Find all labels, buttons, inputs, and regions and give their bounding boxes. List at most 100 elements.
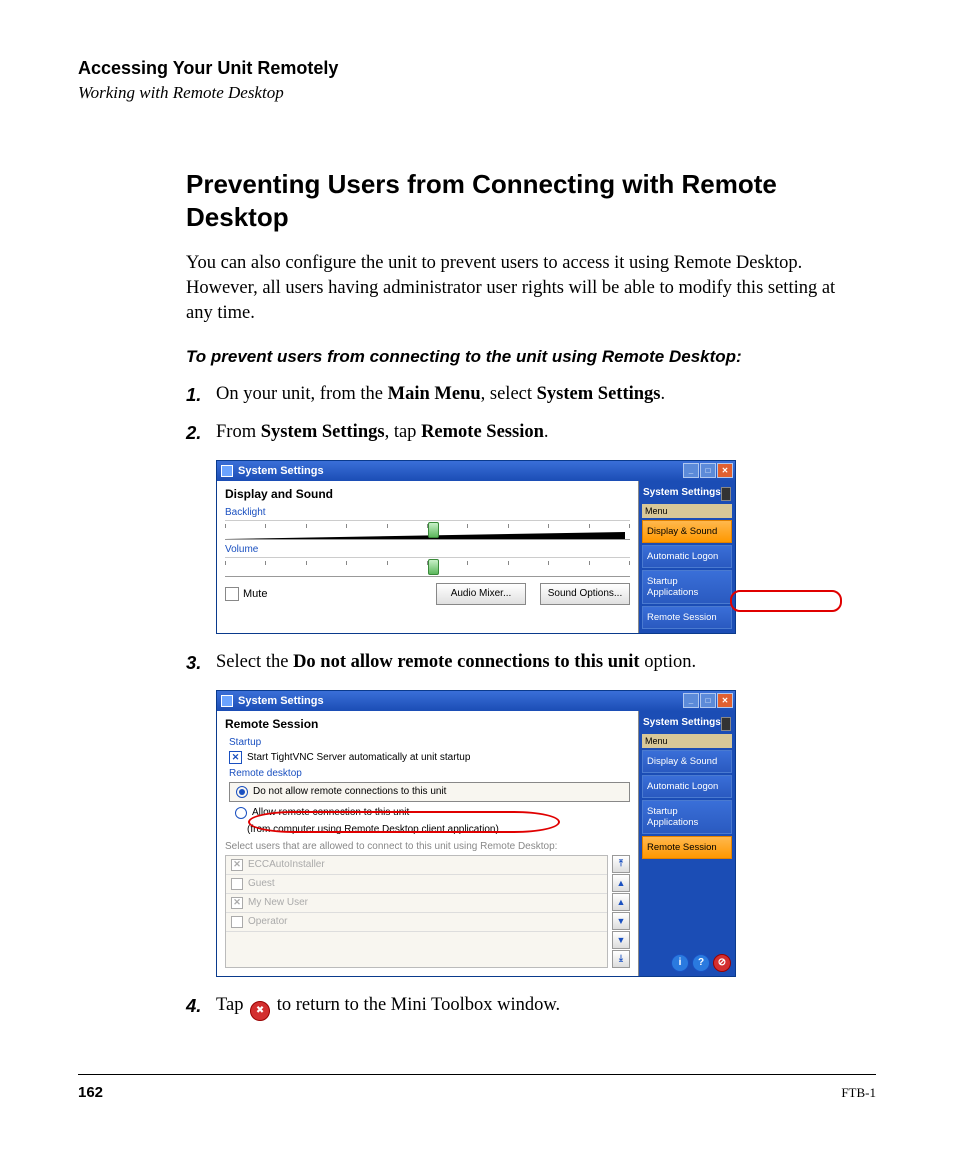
- step-2-number: 2.: [186, 420, 216, 446]
- move-down2-button[interactable]: ▼: [612, 931, 630, 949]
- sidebar-item-remote-session[interactable]: Remote Session: [642, 606, 732, 629]
- step-1-text-a: On your unit, from the: [216, 384, 388, 404]
- backlight-slider[interactable]: [225, 520, 630, 540]
- highlight-remote-session: [730, 590, 842, 612]
- step-4-text-b: to return to the Mini Toolbox window.: [277, 995, 560, 1015]
- step-1-text-c: , select: [481, 384, 537, 404]
- step-3-text-b: Do not allow remote connections to this …: [293, 652, 640, 672]
- radio-allow-hint: (from computer using Remote Desktop clie…: [247, 824, 630, 835]
- section-title: Preventing Users from Connecting with Re…: [186, 168, 842, 233]
- step-4-number: 4.: [186, 993, 216, 1021]
- user-name: ECCAutoInstaller: [248, 859, 325, 870]
- panel-title: Remote Session: [225, 717, 630, 731]
- user-name: Operator: [248, 916, 287, 927]
- startup-checkbox[interactable]: ✕: [229, 751, 242, 764]
- startup-legend: Startup: [229, 737, 630, 748]
- maximize-button[interactable]: □: [700, 693, 716, 708]
- page-header-title: Accessing Your Unit Remotely: [78, 58, 338, 79]
- step-3: 3. Select the Do not allow remote connec…: [186, 650, 842, 676]
- sound-options-button[interactable]: Sound Options...: [540, 583, 630, 605]
- sidebar-item-display-sound[interactable]: Display & Sound: [642, 520, 732, 543]
- window-icon: [221, 465, 233, 477]
- radio-do-not-allow[interactable]: [236, 786, 248, 798]
- user-checkbox[interactable]: [231, 878, 243, 890]
- info-icon[interactable]: i: [671, 954, 689, 972]
- window-icon: [221, 695, 233, 707]
- step-3-number: 3.: [186, 650, 216, 676]
- panel-title: Display and Sound: [225, 487, 630, 501]
- mute-checkbox[interactable]: [225, 587, 239, 601]
- user-name: My New User: [248, 897, 308, 908]
- audio-mixer-button[interactable]: Audio Mixer...: [436, 583, 526, 605]
- footer-divider: [78, 1074, 876, 1075]
- sidebar-menu-label: Menu: [642, 504, 732, 518]
- move-up2-button[interactable]: ▲: [612, 893, 630, 911]
- mute-label: Mute: [243, 588, 267, 600]
- step-2-text-c: , tap: [385, 422, 421, 442]
- move-down-button[interactable]: ▼: [612, 912, 630, 930]
- step-1-text-d: System Settings: [537, 384, 661, 404]
- sidebar-item-display-sound[interactable]: Display & Sound: [642, 750, 732, 773]
- step-2: 2. From System Settings, tap Remote Sess…: [186, 420, 842, 446]
- user-checkbox[interactable]: ✕: [231, 897, 243, 909]
- battery-icon: [721, 717, 731, 731]
- window-title: System Settings: [238, 695, 324, 707]
- step-1-text-b: Main Menu: [388, 384, 481, 404]
- user-list-box: ✕ ECCAutoInstaller Guest ✕ My New User Ope…: [225, 855, 608, 968]
- users-note: Select users that are allowed to connect…: [225, 841, 630, 852]
- slider-thumb[interactable]: [428, 522, 439, 538]
- step-1: 1. On your unit, from the Main Menu, sel…: [186, 382, 842, 408]
- user-checkbox[interactable]: [231, 916, 243, 928]
- sidebar-title: System Settings: [642, 485, 732, 502]
- minimize-button[interactable]: _: [683, 463, 699, 478]
- instruction-heading: To prevent users from connecting to the …: [186, 346, 842, 368]
- slider-thumb[interactable]: [428, 559, 439, 575]
- remote-desktop-legend: Remote desktop: [229, 768, 630, 779]
- close-button[interactable]: ✕: [717, 463, 733, 478]
- page-header-subtitle: Working with Remote Desktop: [78, 83, 338, 103]
- user-checkbox[interactable]: ✕: [231, 859, 243, 871]
- page-number: 162: [78, 1084, 103, 1101]
- step-2-text-a: From: [216, 422, 261, 442]
- sidebar-menu-label: Menu: [642, 734, 732, 748]
- move-top-button[interactable]: ⤒: [612, 855, 630, 873]
- help-icon[interactable]: ?: [692, 954, 710, 972]
- window-titlebar[interactable]: System Settings _ □ ✕: [217, 691, 735, 711]
- minimize-button[interactable]: _: [683, 693, 699, 708]
- close-icon[interactable]: ⊘: [713, 954, 731, 972]
- volume-label: Volume: [225, 544, 630, 555]
- window-titlebar[interactable]: System Settings _ □ ✕: [217, 461, 735, 481]
- radio-allow-label: Allow remote connection to this unit: [252, 807, 409, 818]
- step-1-text-e: .: [661, 384, 666, 404]
- move-up-button[interactable]: ▲: [612, 874, 630, 892]
- screenshot-remote-session: System Settings _ □ ✕ Remote Session Sta…: [216, 690, 842, 977]
- sidebar-item-remote-session[interactable]: Remote Session: [642, 836, 732, 859]
- battery-icon: [721, 487, 731, 501]
- volume-slider[interactable]: [225, 557, 630, 577]
- screenshot-display-sound: System Settings _ □ ✕ Display and Sound …: [216, 460, 842, 634]
- sidebar-item-automatic-logon[interactable]: Automatic Logon: [642, 545, 732, 568]
- maximize-button[interactable]: □: [700, 463, 716, 478]
- radio-do-not-allow-label: Do not allow remote connections to this …: [253, 786, 446, 797]
- sidebar-item-startup-applications[interactable]: Startup Applications: [642, 800, 732, 834]
- sidebar-item-automatic-logon[interactable]: Automatic Logon: [642, 775, 732, 798]
- step-3-text-c: option.: [640, 652, 697, 672]
- intro-paragraph: You can also configure the unit to preve…: [186, 251, 842, 326]
- step-1-number: 1.: [186, 382, 216, 408]
- sidebar-item-startup-applications[interactable]: Startup Applications: [642, 570, 732, 604]
- move-bottom-button[interactable]: ⤓: [612, 950, 630, 968]
- close-button[interactable]: ✕: [717, 693, 733, 708]
- sidebar-title: System Settings: [642, 715, 732, 732]
- radio-allow[interactable]: [235, 807, 247, 819]
- step-2-text-d: Remote Session: [421, 422, 544, 442]
- backlight-label: Backlight: [225, 507, 630, 518]
- user-name: Guest: [248, 878, 275, 889]
- step-4-text-a: Tap: [216, 995, 248, 1015]
- step-4: 4. Tap to return to the Mini Toolbox win…: [186, 993, 842, 1021]
- step-2-text-e: .: [544, 422, 549, 442]
- close-icon: [250, 1001, 270, 1021]
- window-title: System Settings: [238, 465, 324, 477]
- startup-checkbox-label: Start TightVNC Server automatically at u…: [247, 752, 470, 763]
- step-3-text-a: Select the: [216, 652, 293, 672]
- step-2-text-b: System Settings: [261, 422, 385, 442]
